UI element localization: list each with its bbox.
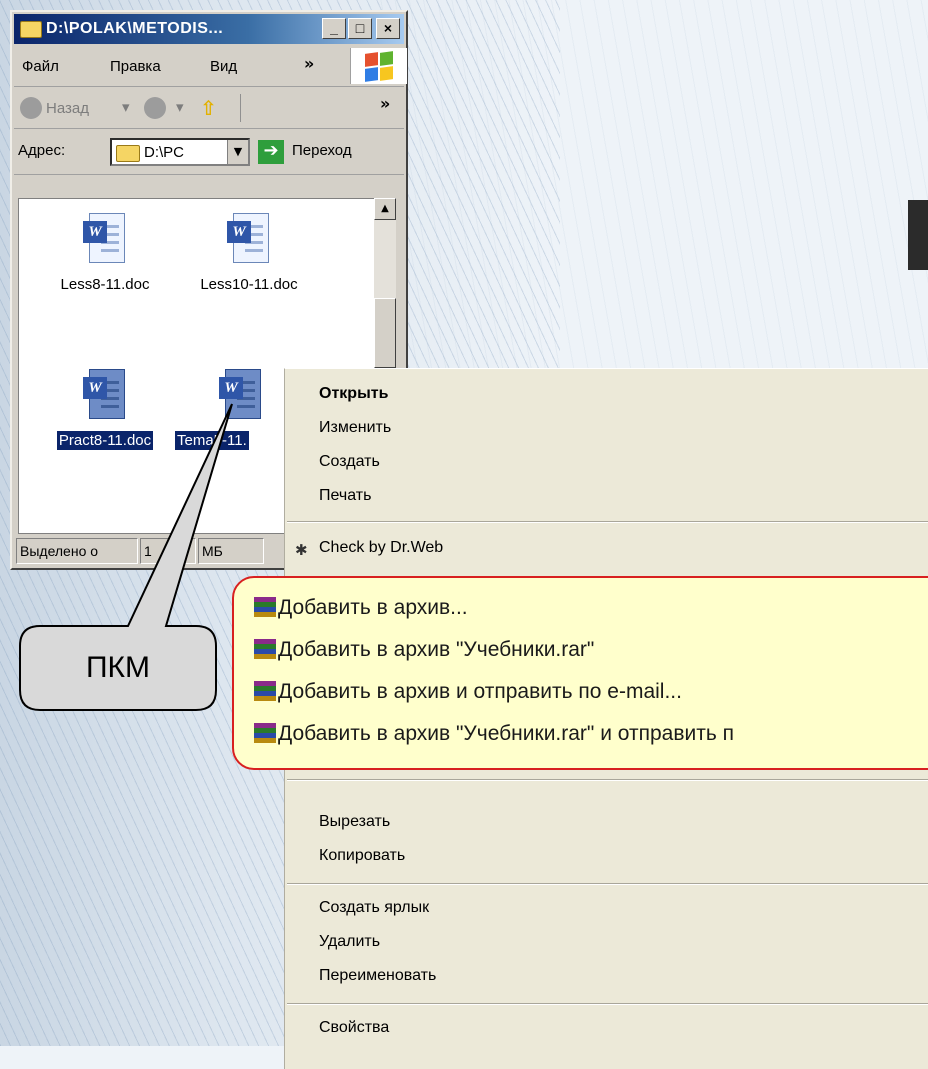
callout-label: ПКМ	[85, 651, 151, 684]
callout-bubble	[19, 403, 233, 711]
